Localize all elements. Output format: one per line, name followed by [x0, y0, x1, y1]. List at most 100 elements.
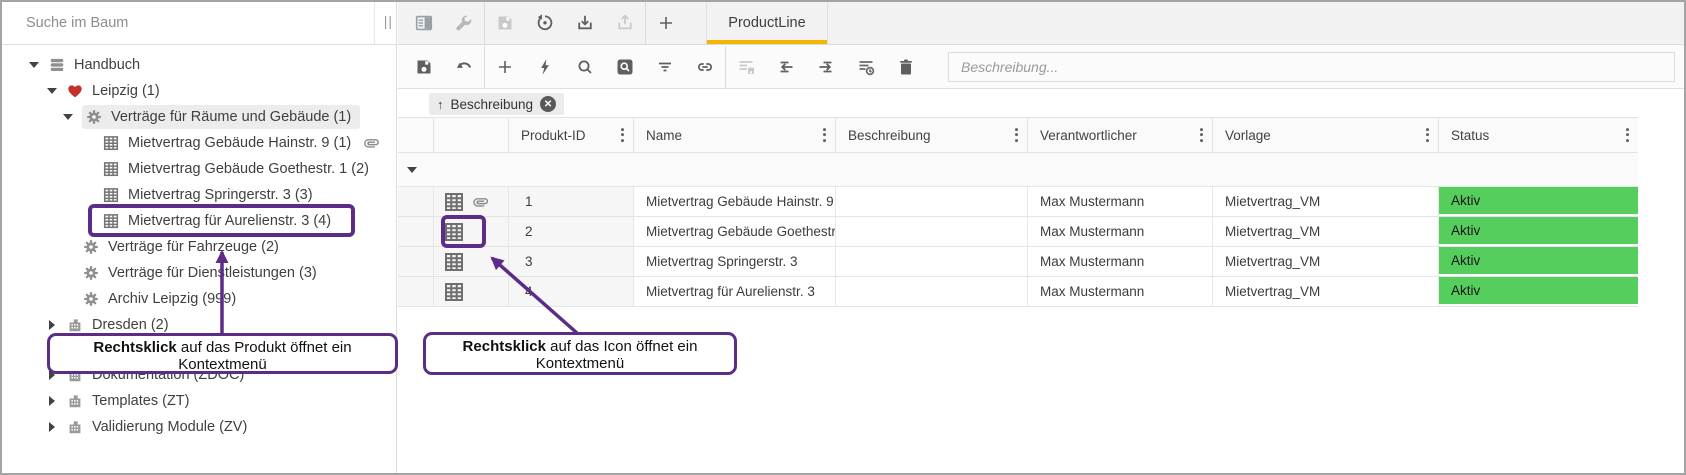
building-icon — [66, 392, 84, 410]
header-name[interactable]: Name — [634, 118, 836, 152]
tree-item-leipzig[interactable]: Leipzig (1) — [2, 78, 396, 104]
row-icon-cell[interactable] — [434, 277, 509, 306]
check-out-button[interactable] — [806, 46, 846, 88]
add-tab-icon — [656, 13, 676, 33]
column-menu-icon[interactable] — [1012, 125, 1021, 145]
save-layout-button[interactable] — [485, 2, 525, 44]
filter-button[interactable] — [645, 46, 685, 88]
link-button[interactable] — [685, 46, 725, 88]
actions-button[interactable] — [525, 46, 565, 88]
tree-item-label: Handbuch — [74, 57, 140, 73]
caret-right-icon[interactable] — [46, 320, 58, 330]
column-menu-icon[interactable] — [820, 125, 829, 145]
caret-down-icon[interactable] — [62, 114, 74, 120]
actions-lightning-icon — [535, 57, 555, 77]
annotation-highlight-row-icon — [441, 215, 486, 248]
add-row-button[interactable] — [485, 46, 525, 88]
tree-item-hainstr[interactable]: Mietvertrag Gebäude Hainstr. 9 (1) — [2, 130, 396, 156]
search-icon — [575, 57, 595, 77]
search-button[interactable] — [565, 46, 605, 88]
header-produkt-id[interactable]: Produkt-ID — [509, 118, 634, 152]
group-collapse-icon[interactable] — [407, 167, 417, 173]
tree-item-handbuch[interactable]: Handbuch — [2, 52, 396, 78]
group-row[interactable] — [398, 153, 1638, 187]
wrench-icon — [454, 13, 474, 33]
tree-item-templates[interactable]: Templates (ZT) — [2, 388, 396, 414]
undo-button[interactable] — [444, 46, 484, 88]
import-button[interactable] — [565, 2, 605, 44]
grid-toolbar — [398, 45, 1684, 89]
tree-item-validierung-module[interactable]: Validierung Module (ZV) — [2, 414, 396, 440]
tree-item-goethestr[interactable]: Mietvertrag Gebäude Goethestr. 1 (2) — [2, 156, 396, 182]
header-vorlage[interactable]: Vorlage — [1213, 118, 1439, 152]
gear-icon — [82, 238, 100, 256]
check-in-button[interactable] — [766, 46, 806, 88]
caret-down-icon[interactable] — [28, 62, 40, 68]
beschreibung-cell — [836, 247, 1028, 276]
name-cell: Mietvertrag für Aurelienstr. 3 — [634, 277, 836, 306]
status-cell: Aktiv — [1439, 277, 1638, 306]
verantwortlicher-cell: Max Mustermann — [1028, 247, 1213, 276]
table-row[interactable]: 3 Mietvertrag Springerstr. 3 Max Musterm… — [398, 247, 1638, 277]
column-menu-icon[interactable] — [1623, 125, 1632, 145]
status-badge: Aktiv — [1439, 247, 1638, 274]
remove-sort-icon[interactable]: ✕ — [540, 96, 556, 112]
history-list-button[interactable] — [846, 46, 886, 88]
column-menu-icon[interactable] — [1423, 125, 1432, 145]
tree-item-vertraege-raeume[interactable]: Verträge für Räume und Gebäude (1) — [2, 104, 396, 130]
header-beschreibung[interactable]: Beschreibung — [836, 118, 1028, 152]
restore-button[interactable] — [525, 2, 565, 44]
table-row[interactable]: 4 Mietvertrag für Aurelienstr. 3 Max Mus… — [398, 277, 1638, 307]
caret-right-icon[interactable] — [46, 396, 58, 406]
paperclip-icon — [470, 195, 489, 209]
building-icon — [66, 418, 84, 436]
tree-item-archiv-leipzig[interactable]: Archiv Leipzig (999) — [2, 286, 396, 312]
save-view-button[interactable] — [726, 46, 766, 88]
name-cell: Mietvertrag Springerstr. 3 — [634, 247, 836, 276]
tree-item-vertraege-fahrzeuge[interactable]: Verträge für Fahrzeuge (2) — [2, 234, 396, 260]
table-row[interactable]: 2 Mietvertrag Gebäude Goethestr. 1 Max M… — [398, 217, 1638, 247]
row-icon-cell[interactable] — [434, 187, 509, 216]
sort-ascending-icon: ↑ — [437, 97, 444, 112]
application-window: || Handbuch Leipzig (1) — [0, 0, 1686, 475]
tree-search-bar: || — [2, 2, 396, 45]
annotation-callout-icon: Rechtsklick auf das Icon öffnet ein Kont… — [423, 332, 737, 375]
description-search-input[interactable] — [948, 52, 1675, 82]
row-icon-cell[interactable] — [434, 247, 509, 276]
export-icon — [615, 13, 635, 33]
header-icon-col — [434, 118, 509, 152]
header-verantwortlicher[interactable]: Verantwortlicher — [1028, 118, 1213, 152]
tree-item-label: Archiv Leipzig (999) — [108, 291, 236, 307]
caret-down-icon[interactable] — [46, 88, 58, 94]
sidebar-collapse-handle[interactable]: || — [384, 13, 393, 29]
produkt-id-cell: 3 — [509, 247, 634, 276]
restore-icon — [535, 13, 555, 33]
tree-item-label: Mietvertrag Springerstr. 3 (3) — [128, 187, 313, 203]
tree-item-vertraege-dienstleistungen[interactable]: Verträge für Dienstleistungen (3) — [2, 260, 396, 286]
delete-button[interactable] — [886, 46, 926, 88]
form-panel-icon — [414, 13, 434, 33]
tree-search-input[interactable] — [2, 2, 375, 44]
heart-icon — [66, 82, 84, 100]
beschreibung-cell — [836, 187, 1028, 216]
table-row[interactable]: 1 Mietvertrag Gebäude Hainstr. 9 Max Mus… — [398, 187, 1638, 217]
settings-wrench-button[interactable] — [444, 2, 484, 44]
add-tab-button[interactable] — [646, 2, 686, 44]
column-menu-icon[interactable] — [618, 125, 627, 145]
import-icon — [575, 13, 595, 33]
column-menu-icon[interactable] — [1197, 125, 1206, 145]
sort-chip-beschreibung[interactable]: ↑ Beschreibung ✕ — [429, 93, 564, 115]
filter-icon — [655, 57, 675, 77]
caret-right-icon[interactable] — [46, 422, 58, 432]
produkt-id-cell: 2 — [509, 217, 634, 246]
check-in-icon — [776, 57, 796, 77]
verantwortlicher-cell: Max Mustermann — [1028, 187, 1213, 216]
export-button[interactable] — [605, 2, 645, 44]
search-in-results-button[interactable] — [605, 46, 645, 88]
save-button[interactable] — [404, 46, 444, 88]
gear-icon — [82, 264, 100, 282]
grid-icon — [102, 134, 120, 152]
tab-productline[interactable]: ProductLine — [706, 2, 828, 44]
form-panel-button[interactable] — [404, 2, 444, 44]
header-status[interactable]: Status — [1439, 118, 1638, 152]
